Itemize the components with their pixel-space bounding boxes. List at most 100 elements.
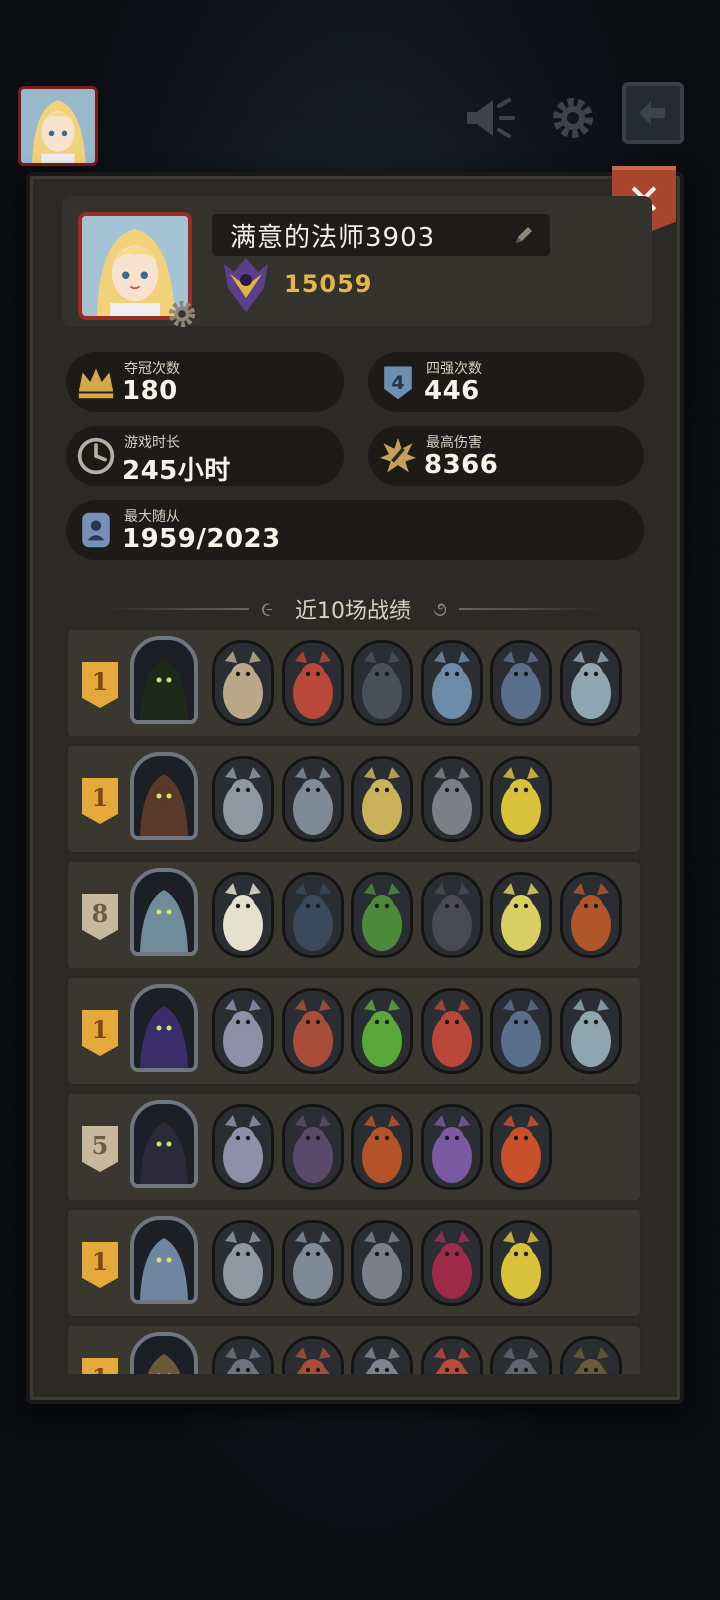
placement-badge: 5: [82, 1126, 118, 1172]
minion-card[interactable]: [351, 1104, 413, 1190]
minion-card[interactable]: [490, 1220, 552, 1306]
minion-portrait-icon: [354, 643, 410, 723]
minion-card[interactable]: [212, 756, 274, 842]
minion-portrait-icon: [423, 875, 480, 955]
minion-card[interactable]: [281, 756, 344, 842]
hero-portrait[interactable]: [130, 868, 198, 956]
match-row[interactable]: 8: [66, 860, 642, 970]
minion-card[interactable]: [420, 756, 483, 842]
minion-portrait-icon: [493, 875, 549, 955]
placement-badge: 1: [82, 662, 118, 708]
minion-portrait-icon: [284, 875, 341, 955]
minion-card[interactable]: [490, 988, 552, 1074]
minion-card-icon: [74, 508, 118, 552]
minion-card[interactable]: [420, 1336, 483, 1374]
minion-card[interactable]: [351, 872, 413, 958]
minion-card[interactable]: [212, 988, 274, 1074]
avatar-settings-button[interactable]: [166, 298, 198, 330]
stat-max-minions: 最大随从 1959/2023: [66, 500, 644, 560]
minion-card[interactable]: [351, 988, 413, 1074]
minion-card[interactable]: [420, 872, 483, 958]
placement-badge: 1: [82, 778, 118, 824]
match-row[interactable]: 5: [66, 1092, 642, 1202]
stat-champion-count: 夺冠次数 180: [66, 352, 344, 412]
exit-button[interactable]: [622, 82, 684, 144]
gear-icon: [553, 98, 593, 138]
minion-card[interactable]: [420, 640, 483, 726]
minion-card[interactable]: [281, 1104, 344, 1190]
minion-card[interactable]: [490, 1336, 552, 1374]
hero-portrait[interactable]: [130, 984, 198, 1072]
minion-card[interactable]: [420, 1220, 483, 1306]
minion-card[interactable]: [351, 1220, 413, 1306]
minion-card[interactable]: [351, 756, 413, 842]
match-row[interactable]: 1: [66, 1208, 642, 1318]
minion-portrait-icon: [284, 643, 341, 723]
minion-portrait-icon: [284, 1223, 341, 1303]
minion-portrait-icon: [284, 991, 341, 1071]
minion-portrait-icon: [215, 991, 271, 1071]
hero-portrait-icon: [134, 1336, 194, 1374]
minion-portrait-icon: [215, 1223, 271, 1303]
hero-portrait-icon: [134, 988, 194, 1068]
minion-card[interactable]: [281, 872, 344, 958]
hero-portrait-icon: [134, 1104, 194, 1184]
minion-portrait-icon: [423, 759, 480, 839]
match-row[interactable]: 1: [66, 1324, 642, 1374]
minion-portrait-icon: [493, 643, 549, 723]
rank-emblem-icon: [224, 258, 268, 312]
settings-button[interactable]: [542, 92, 604, 144]
minion-card[interactable]: [212, 1220, 274, 1306]
minion-portrait-icon: [354, 759, 410, 839]
minion-portrait-icon: [562, 991, 619, 1071]
minion-card[interactable]: [490, 756, 552, 842]
minion-card[interactable]: [212, 640, 274, 726]
minion-portrait-icon: [493, 759, 549, 839]
minion-portrait-icon: [215, 875, 271, 955]
hero-portrait-icon: [134, 1220, 194, 1300]
minion-card[interactable]: [212, 1104, 274, 1190]
minion-card[interactable]: [212, 872, 274, 958]
hero-portrait[interactable]: [130, 636, 198, 724]
hero-portrait[interactable]: [130, 1332, 198, 1374]
player-avatar-button[interactable]: [18, 86, 98, 166]
minion-card[interactable]: [281, 640, 344, 726]
minion-card[interactable]: [281, 1336, 344, 1374]
hero-portrait[interactable]: [130, 1100, 198, 1188]
swirl-ornament-icon: ૯: [261, 597, 273, 621]
svg-text:4: 4: [391, 372, 404, 394]
minion-portrait-icon: [423, 643, 480, 723]
arrow-left-exit-icon: [639, 101, 665, 125]
minion-card[interactable]: [559, 640, 622, 726]
hero-portrait[interactable]: [130, 1216, 198, 1304]
minion-card[interactable]: [281, 1220, 344, 1306]
pencil-edit-icon[interactable]: [512, 223, 536, 247]
placement-badge: 1: [82, 1242, 118, 1288]
minion-portrait-icon: [562, 643, 619, 723]
minion-card[interactable]: [420, 1104, 483, 1190]
sound-toggle-button[interactable]: [458, 92, 520, 144]
minion-portrait-icon: [284, 1339, 341, 1374]
minion-card[interactable]: [490, 1104, 552, 1190]
hero-portrait[interactable]: [130, 752, 198, 840]
match-row[interactable]: 1: [66, 976, 642, 1086]
minion-card[interactable]: [559, 1336, 622, 1374]
minion-card[interactable]: [351, 640, 413, 726]
minion-portrait-icon: [423, 1107, 480, 1187]
minion-card[interactable]: [281, 988, 344, 1074]
player-name: 满意的法师3903: [230, 222, 436, 253]
minion-card[interactable]: [490, 872, 552, 958]
trophy-score: 15059: [284, 270, 373, 298]
minion-card[interactable]: [420, 988, 483, 1074]
minion-card[interactable]: [351, 1336, 413, 1374]
match-row[interactable]: 1: [66, 744, 642, 854]
match-row[interactable]: 1: [66, 628, 642, 738]
megaphone-icon: [467, 98, 515, 138]
damage-burst-icon: [376, 434, 420, 478]
match-history-list[interactable]: 1181511: [66, 628, 642, 1374]
minion-portrait-icon: [493, 991, 549, 1071]
minion-card[interactable]: [559, 872, 622, 958]
minion-card[interactable]: [212, 1336, 274, 1374]
minion-card[interactable]: [559, 988, 622, 1074]
minion-card[interactable]: [490, 640, 552, 726]
